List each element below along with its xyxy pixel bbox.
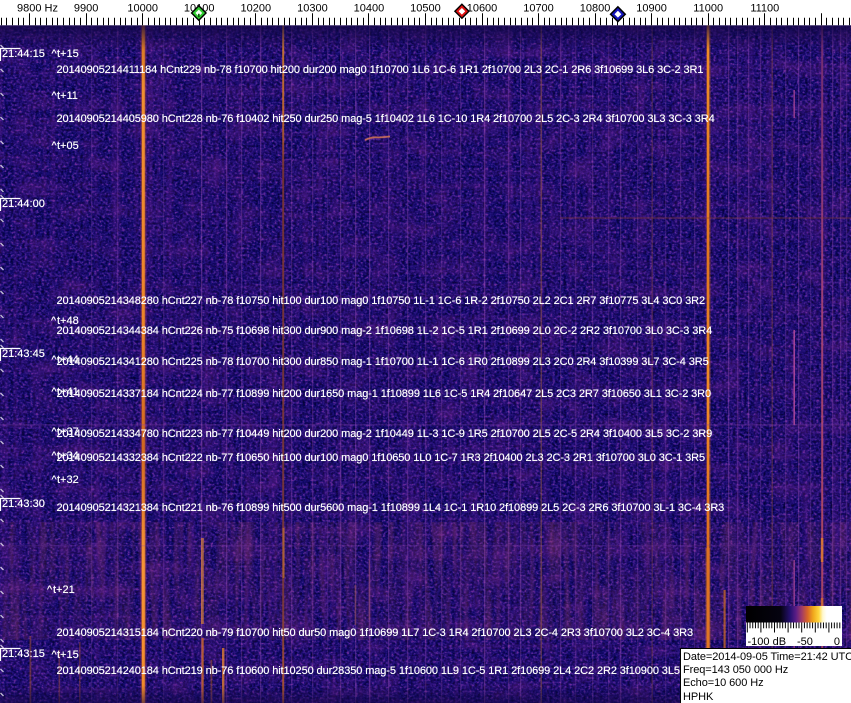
svg-text:10400: 10400	[354, 3, 385, 15]
svg-text:-50: -50	[797, 636, 813, 646]
svg-text:0: 0	[834, 636, 840, 646]
svg-text:9800 Hz: 9800 Hz	[17, 3, 58, 15]
svg-text:10500: 10500	[410, 3, 441, 15]
svg-text:10800: 10800	[580, 3, 611, 15]
svg-text:10600: 10600	[467, 3, 498, 15]
svg-text:10900: 10900	[636, 3, 667, 15]
svg-text:10000: 10000	[127, 3, 158, 15]
svg-text:9900: 9900	[74, 3, 98, 15]
svg-text:10200: 10200	[241, 3, 272, 15]
svg-text:11100: 11100	[750, 3, 779, 15]
svg-text:10300: 10300	[297, 3, 328, 15]
svg-text:10700: 10700	[523, 3, 554, 15]
svg-text:11000: 11000	[693, 3, 723, 15]
svg-text:-100 dB: -100 dB	[748, 636, 787, 646]
